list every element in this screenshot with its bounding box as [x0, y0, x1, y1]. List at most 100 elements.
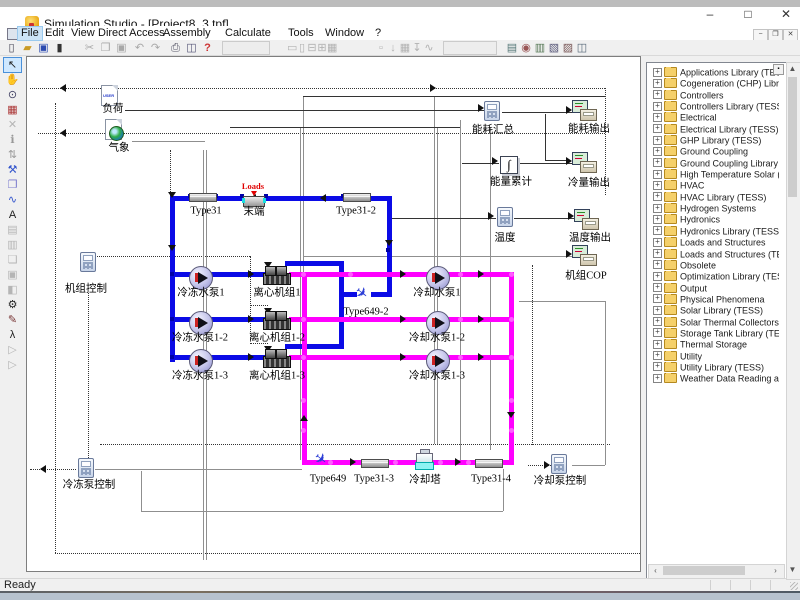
save-button[interactable]: ▣: [36, 42, 51, 55]
expand-icon[interactable]: +: [653, 204, 662, 213]
energy-summary[interactable]: [484, 101, 500, 121]
energy-integrator[interactable]: ∫: [500, 156, 518, 174]
chilled-water-pipe[interactable]: [285, 261, 343, 266]
view-tool[interactable]: ▦: [4, 103, 21, 117]
tree-item-controllers[interactable]: +Controllers: [651, 90, 779, 101]
info-tool[interactable]: ℹ: [4, 133, 21, 147]
tree-item-utility-library-tess-[interactable]: +Utility Library (TESS): [651, 362, 779, 373]
play-tool-2[interactable]: ▷: [4, 358, 21, 372]
chiller-1-3[interactable]: [263, 348, 289, 366]
expand-icon[interactable]: +: [653, 181, 662, 190]
expand-icon[interactable]: +: [653, 340, 662, 349]
tree-item-electrical[interactable]: +Electrical: [651, 112, 779, 123]
sort-down-button[interactable]: ↓: [387, 42, 399, 55]
menu-item-assembly[interactable]: Assembly: [160, 27, 214, 40]
weather-file[interactable]: [105, 119, 122, 140]
tree-item-ground-coupling-library-tess-[interactable]: +Ground Coupling Library (TESS): [651, 158, 779, 169]
cut-button[interactable]: ✂: [82, 42, 97, 55]
menu-item-?[interactable]: ?: [372, 27, 384, 40]
menu-item-window[interactable]: Window: [322, 27, 367, 40]
expand-icon[interactable]: +: [653, 113, 662, 122]
fit-horizontal-button[interactable]: ▭: [287, 42, 297, 55]
parameter-tool[interactable]: ⚒: [4, 163, 21, 177]
pipe-type31[interactable]: [189, 193, 217, 202]
maximize-button[interactable]: □: [734, 4, 762, 24]
plug-tool[interactable]: ◧: [4, 283, 21, 297]
tree-vscroll-thumb[interactable]: [788, 77, 797, 197]
tree-item-output[interactable]: +Output: [651, 283, 779, 294]
temperature-output[interactable]: [574, 209, 598, 229]
output-4-button[interactable]: ▧: [547, 42, 561, 55]
title-bar[interactable]: Simulation Studio - [Project8_3.tpf]: [0, 7, 800, 26]
wave-button[interactable]: ∿: [423, 42, 435, 55]
expand-icon[interactable]: +: [653, 90, 662, 99]
menu-item-direct-access[interactable]: Direct Access: [95, 27, 168, 40]
pipe-type31-3[interactable]: [361, 459, 389, 468]
output-2-button[interactable]: ◉: [519, 42, 533, 55]
print-setup-button[interactable]: ▮: [52, 42, 67, 55]
expand-icon[interactable]: +: [653, 68, 662, 77]
signal-tool[interactable]: ∿: [4, 193, 21, 207]
text-tool[interactable]: A: [4, 208, 21, 222]
expand-icon[interactable]: +: [653, 136, 662, 145]
cooling-water-pipe[interactable]: [509, 272, 514, 465]
tile-button[interactable]: ▦: [327, 42, 337, 55]
tree-item-physical-phenomena[interactable]: +Physical Phenomena: [651, 294, 779, 305]
tree-item-high-temperature-solar-tess-[interactable]: +High Temperature Solar (TESS): [651, 169, 779, 180]
expand-icon[interactable]: +: [653, 351, 662, 360]
expand-icon[interactable]: +: [653, 260, 662, 269]
shrink-button[interactable]: ⊟: [307, 42, 317, 55]
unit-control[interactable]: [80, 252, 96, 272]
chw-pump-control[interactable]: [78, 458, 94, 478]
tree-item-hydrogen-systems[interactable]: +Hydrogen Systems: [651, 203, 779, 214]
tree-item-ground-coupling[interactable]: +Ground Coupling: [651, 146, 779, 157]
play-tool-1[interactable]: ▷: [4, 343, 21, 357]
unit-cop-output[interactable]: [572, 245, 596, 265]
settings-tool[interactable]: ⚙: [4, 298, 21, 312]
temperature-calc[interactable]: [497, 207, 513, 227]
tree-vscroll-down-button[interactable]: ▼: [787, 564, 798, 576]
tree-item-loads-and-structures[interactable]: +Loads and Structures: [651, 237, 779, 248]
tree-item-hvac[interactable]: +HVAC: [651, 180, 779, 191]
tree-vscroll-up-button[interactable]: ▲: [787, 63, 798, 75]
expand-icon[interactable]: +: [653, 192, 662, 201]
expand-icon[interactable]: +: [653, 238, 662, 247]
menu-item-view[interactable]: View: [68, 27, 98, 40]
expand-icon[interactable]: +: [653, 249, 662, 258]
expand-icon[interactable]: +: [653, 170, 662, 179]
expand-icon[interactable]: +: [653, 362, 662, 371]
expand-icon[interactable]: +: [653, 226, 662, 235]
copy-button[interactable]: ❐: [98, 42, 113, 55]
output-3-button[interactable]: ▥: [533, 42, 547, 55]
new-button[interactable]: ▯: [4, 42, 19, 55]
expand-icon[interactable]: +: [653, 147, 662, 156]
expand-icon[interactable]: +: [653, 102, 662, 111]
output-1-button[interactable]: ▤: [505, 42, 519, 55]
tree-item-hydronics-library-tess-[interactable]: +Hydronics Library (TESS): [651, 226, 779, 237]
copy-link-tool[interactable]: ❐: [4, 178, 21, 192]
print-preview-button[interactable]: ◫: [184, 42, 199, 55]
panel-pin-button[interactable]: ▪: [773, 64, 784, 75]
print-button[interactable]: ⎙: [168, 42, 183, 55]
tree-item-solar-library-tess-[interactable]: +Solar Library (TESS): [651, 305, 779, 316]
expand-icon[interactable]: +: [653, 328, 662, 337]
tree-item-thermal-storage[interactable]: +Thermal Storage: [651, 339, 779, 350]
tree-hscroll-right-button[interactable]: ›: [769, 565, 782, 576]
chiller-1[interactable]: [263, 265, 289, 283]
delete-tool[interactable]: ✕: [4, 118, 21, 132]
zoom-tool[interactable]: ⊙: [4, 88, 21, 102]
output-6-button[interactable]: ◫: [575, 42, 589, 55]
tree-item-electrical-library-tess-[interactable]: +Electrical Library (TESS): [651, 124, 779, 135]
pan-tool[interactable]: ✋: [4, 73, 21, 87]
energy-output[interactable]: [572, 100, 596, 120]
tree-item-hydronics[interactable]: +Hydronics: [651, 214, 779, 225]
redo-button[interactable]: ↷: [148, 42, 163, 55]
menu-item-edit[interactable]: Edit: [42, 27, 67, 40]
tree-item-storage-tank-library-tess-[interactable]: +Storage Tank Library (TESS): [651, 328, 779, 339]
expand-icon[interactable]: +: [653, 317, 662, 326]
expand-icon[interactable]: +: [653, 124, 662, 133]
table-button[interactable]: ▦: [399, 42, 411, 55]
tree-item-solar-thermal-collectors[interactable]: +Solar Thermal Collectors: [651, 317, 779, 328]
expand-icon[interactable]: +: [653, 158, 662, 167]
print-area-tool[interactable]: ▣: [4, 268, 21, 282]
